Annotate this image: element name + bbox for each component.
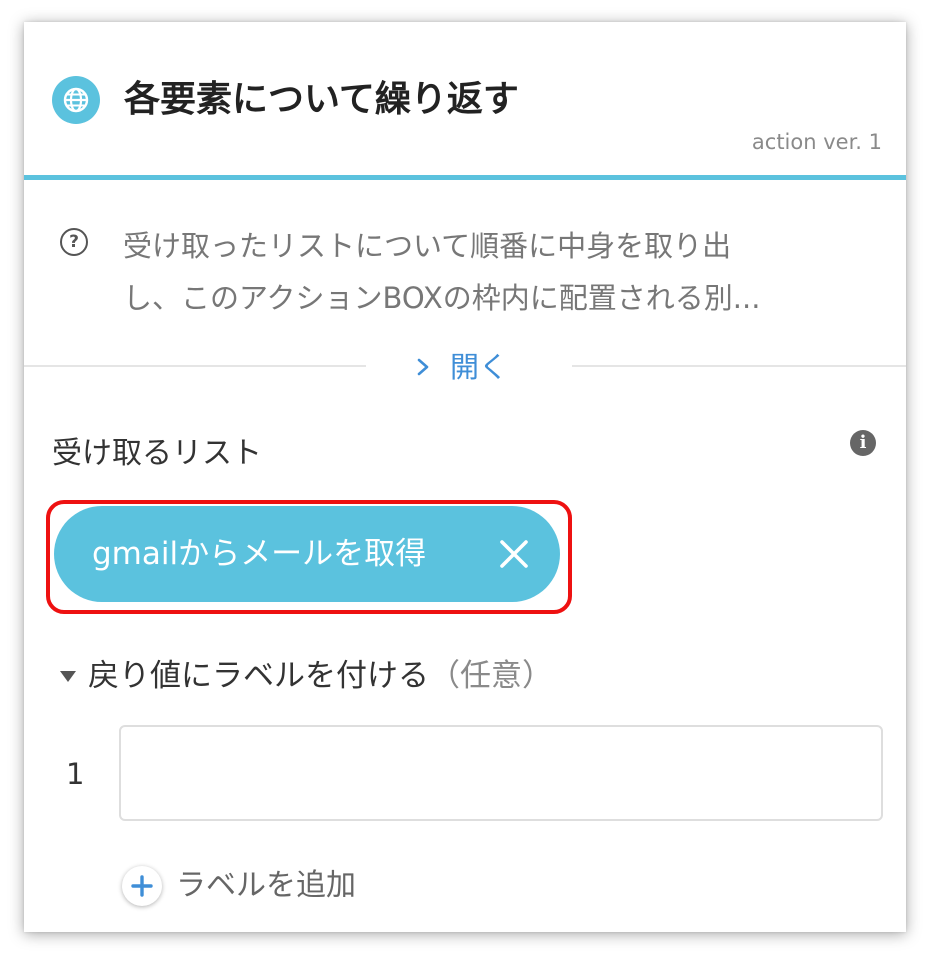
label-row-number: 1 xyxy=(66,757,85,791)
caret-down-icon[interactable] xyxy=(60,671,76,682)
question-circle-icon: ? xyxy=(60,228,88,256)
plus-icon xyxy=(122,866,162,906)
panel-header: 各要素について繰り返す action ver. 1 xyxy=(24,22,906,182)
chevron-right-icon xyxy=(416,349,436,385)
expand-description-button[interactable]: 開く xyxy=(416,349,508,385)
action-panel: 各要素について繰り返す action ver. 1 ? 受け取ったリストについて… xyxy=(24,22,906,932)
return-labels-toggle[interactable]: 戻り値にラベルを付ける（任意） xyxy=(88,656,553,696)
divider xyxy=(24,365,366,367)
expand-label: 開く xyxy=(450,350,509,384)
header-divider xyxy=(24,175,906,180)
return-labels-title: 戻り値にラベルを付ける xyxy=(88,658,429,694)
optional-note: （任意） xyxy=(429,658,553,694)
globe-icon xyxy=(52,76,100,124)
action-title: 各要素について繰り返す xyxy=(124,79,519,120)
input-list-label: 受け取るリスト xyxy=(52,436,262,471)
action-description: 受け取ったリストについて順番に中身を取り出 し、このアクションBOXの枠内に配置… xyxy=(123,220,863,324)
action-version: action ver. 1 xyxy=(751,130,882,154)
add-label-text: ラベルを追加 xyxy=(176,868,356,903)
description-line-1: 受け取ったリストについて順番に中身を取り出 xyxy=(123,229,732,263)
info-icon[interactable]: i xyxy=(850,430,876,456)
label-input[interactable] xyxy=(119,725,883,821)
divider xyxy=(572,365,906,367)
description-line-2: し、このアクションBOXの枠内に配置される別... xyxy=(123,281,761,315)
highlight-frame xyxy=(46,500,572,614)
